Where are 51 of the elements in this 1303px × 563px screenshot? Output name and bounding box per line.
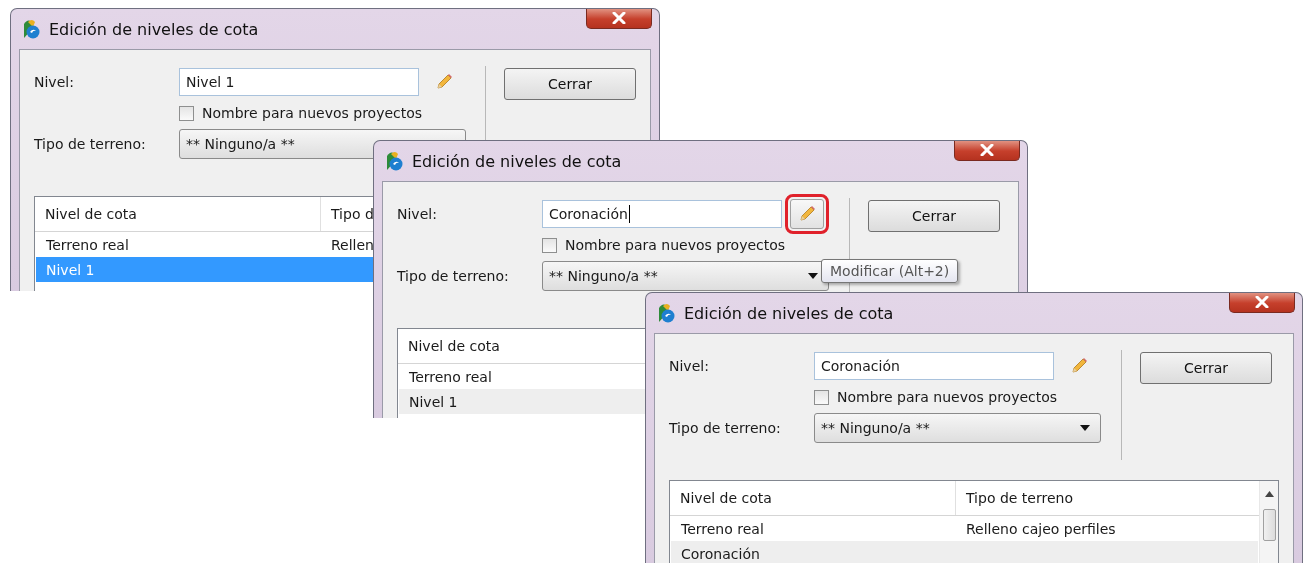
- checkbox[interactable]: [814, 389, 829, 405]
- window-title: Edición de niveles de cota: [684, 303, 894, 323]
- list-cell-text: Relleno cajeo perfiles: [965, 520, 1116, 537]
- terrain-type-label: Tipo de terreno:: [34, 136, 147, 152]
- nivel-input-field[interactable]: Coronación: [542, 200, 782, 228]
- checkbox[interactable]: [179, 105, 194, 121]
- nivel-input-field[interactable]: Coronación: [814, 352, 1054, 380]
- checkbox-label: Nombre para nuevos proyectos: [565, 237, 786, 253]
- terrain-type-label: Tipo de terreno:: [669, 420, 782, 436]
- dropdown-arrow-icon: [1080, 425, 1090, 431]
- terrain-type-label: Tipo de terreno:: [397, 268, 510, 284]
- app-logo-icon: [21, 18, 41, 40]
- close-dialog-button[interactable]: Cerrar: [504, 68, 636, 100]
- close-icon: [1255, 296, 1269, 308]
- close-dialog-button[interactable]: Cerrar: [868, 200, 1000, 232]
- close-icon: [612, 12, 626, 24]
- list-cell-text: Terreno real: [680, 520, 765, 537]
- list-row[interactable]: Coronación: [671, 541, 1258, 563]
- checkbox-label: Nombre para nuevos proyectos: [837, 389, 1058, 405]
- list-row[interactable]: Terreno real Relleno cajeo perfiles: [671, 516, 1258, 541]
- app-logo-icon: [656, 302, 676, 324]
- list-cell-text: Terreno real: [45, 236, 130, 253]
- terrain-type-dropdown[interactable]: ** Ninguno/a **: [814, 413, 1101, 443]
- column-header[interactable]: Nivel de cota: [35, 197, 321, 231]
- list-cell-text: Coronación: [680, 545, 761, 562]
- scrollbar-thumb[interactable]: [1262, 509, 1276, 541]
- pencil-icon: [1069, 356, 1089, 376]
- list-cell-text: Nivel 1: [408, 393, 459, 410]
- pencil-icon: [434, 72, 454, 92]
- nivel-label: Nivel:: [397, 206, 438, 222]
- close-button[interactable]: [1229, 293, 1295, 313]
- checkbox-label: Nombre para nuevos proyectos: [202, 105, 423, 121]
- list-cell-text: Rellen: [330, 236, 374, 253]
- dropdown-arrow-icon: [808, 273, 818, 279]
- window-title: Edición de niveles de cota: [49, 19, 259, 39]
- list-cell-text: Nivel 1: [45, 261, 96, 278]
- scroll-up-icon: [1264, 491, 1274, 497]
- pencil-icon: [797, 204, 817, 224]
- column-header[interactable]: Nivel de cota: [670, 481, 956, 515]
- column-header[interactable]: Tipo d: [321, 197, 374, 231]
- app-logo-icon: [384, 150, 404, 172]
- close-button[interactable]: [954, 141, 1020, 161]
- close-button[interactable]: [586, 9, 652, 29]
- checkbox[interactable]: [542, 237, 557, 253]
- tooltip: Modificar (Alt+2): [821, 259, 959, 283]
- close-icon: [980, 144, 994, 156]
- terrain-type-dropdown[interactable]: ** Ninguno/a **: [542, 261, 829, 291]
- close-dialog-button[interactable]: Cerrar: [1140, 352, 1272, 384]
- nivel-input-field[interactable]: Nivel 1: [179, 68, 419, 96]
- column-header[interactable]: Tipo de terreno: [956, 481, 1073, 515]
- nivel-label: Nivel:: [34, 74, 75, 90]
